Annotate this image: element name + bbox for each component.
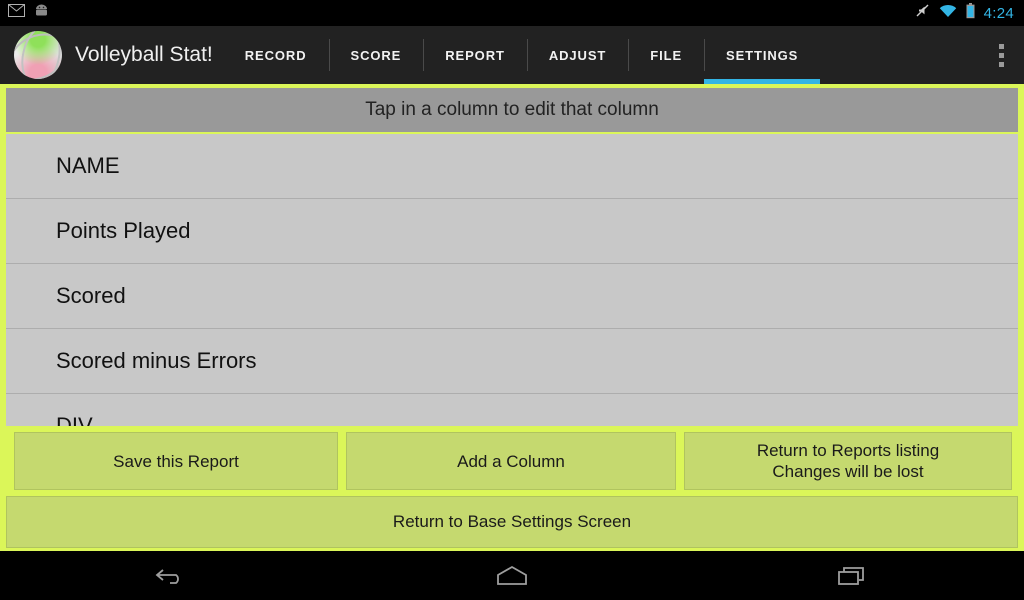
app-title: Volleyball Stat! [75,43,213,66]
wifi-icon [939,4,957,23]
tab-settings[interactable]: SETTINGS [704,26,821,84]
overflow-dot [998,52,1004,58]
email-icon [8,4,25,22]
tab-bar: RECORD SCORE REPORT ADJUST FILE SETTINGS [223,26,821,84]
return-to-reports-line1: Return to Reports listing [756,441,940,460]
hint-banner: Tap in a column to edit that column [6,88,1018,132]
overflow-menu-icon[interactable] [978,26,1024,84]
list-item[interactable]: Scored minus Errors [6,329,1018,394]
tab-file[interactable]: FILE [628,26,704,84]
action-button-row: Save this Report Add a Column Return to … [0,432,1024,490]
list-item[interactable]: NAME [6,134,1018,199]
return-to-reports-button[interactable]: Return to Reports listing Changes will b… [684,432,1012,490]
status-bar-clock: 4:24 [983,4,1014,22]
app-root: 4:24 Volleyball Stat! RECORD SCORE REPOR… [0,0,1024,600]
action-bar: Volleyball Stat! RECORD SCORE REPORT ADJ… [0,26,1024,84]
add-column-button[interactable]: Add a Column [346,432,676,490]
content-area: Tap in a column to edit that column NAME… [0,84,1024,550]
back-icon[interactable] [111,551,231,600]
status-bar-right-icons: 4:24 [915,2,1024,24]
status-bar: 4:24 [0,0,1024,26]
android-icon [33,4,50,22]
silent-mode-icon [915,3,930,23]
overflow-dot [998,61,1004,67]
column-list: NAME Points Played Scored Scored minus E… [6,134,1018,426]
list-item[interactable]: Points Played [6,199,1018,264]
column-list-scroll[interactable]: NAME Points Played Scored Scored minus E… [6,134,1018,426]
home-icon[interactable] [452,551,572,600]
list-item[interactable]: Scored [6,264,1018,329]
tab-score[interactable]: SCORE [328,26,424,84]
tab-report[interactable]: REPORT [423,26,527,84]
save-report-button[interactable]: Save this Report [14,432,338,490]
return-to-base-settings-button[interactable]: Return to Base Settings Screen [6,496,1018,548]
recents-icon[interactable] [793,551,913,600]
return-to-reports-line2: Changes will be lost [772,462,924,481]
hint-banner-wrap: Tap in a column to edit that column [6,88,1018,132]
tab-adjust[interactable]: ADJUST [526,26,628,84]
system-nav-bar [0,551,1024,600]
tab-record[interactable]: RECORD [223,26,329,84]
battery-icon [966,2,975,24]
overflow-dot [998,43,1004,49]
list-item[interactable]: DIV [6,394,1018,426]
volleyball-icon [14,31,62,79]
status-bar-left-icons [0,4,50,22]
